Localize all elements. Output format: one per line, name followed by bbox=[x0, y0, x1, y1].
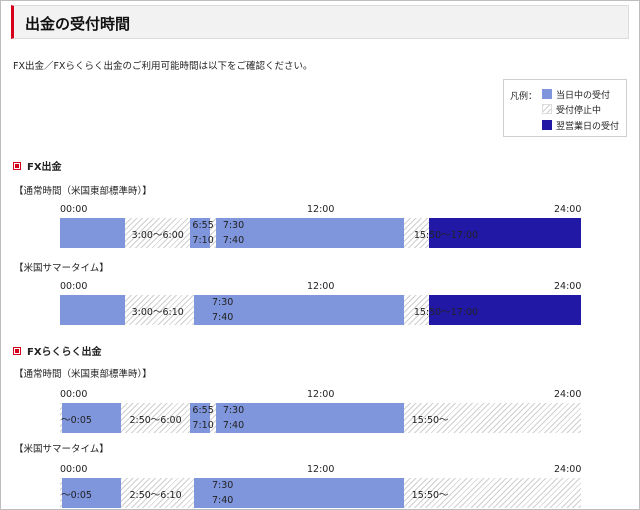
section-title-text: FXらくらく出金 bbox=[27, 347, 102, 358]
segment-time-label: 3:00～6:00 bbox=[131, 230, 184, 241]
legend-swatch-next bbox=[542, 120, 552, 130]
page-header: 出金の受付時間 bbox=[11, 5, 629, 39]
segment-accept bbox=[215, 218, 223, 248]
segment-accept bbox=[222, 218, 404, 248]
axis-label-start: 00:00 bbox=[60, 389, 88, 400]
axis-label-end: 24:00 bbox=[554, 389, 582, 400]
legend-swatch-stop bbox=[542, 104, 552, 114]
legend-label-accept: 当日中の受付 bbox=[556, 91, 611, 101]
timeline-label: 【通常時間（米国東部標準時）】 bbox=[14, 369, 152, 380]
segment-time-label: 2:50～6:10 bbox=[129, 490, 182, 501]
axis-label-start: 00:00 bbox=[60, 204, 88, 215]
segment-time-label: 3:00～6:10 bbox=[131, 307, 184, 318]
timeline-bar: 00:00 12:00 24:00 3:00～6:00 6:55 7:10 7:30 7:40… bbox=[60, 204, 581, 248]
segment-time-label: 7:40 bbox=[211, 495, 234, 506]
axis-label-mid: 12:00 bbox=[307, 389, 335, 400]
segment-time-label: 15:50～17:00 bbox=[413, 230, 479, 241]
timeline-bar: 00:00 12:00 24:00 ～0:05 2:50～6:10 7:30 7:40 15:… bbox=[60, 464, 581, 508]
segment-time-label: 7:30 bbox=[222, 220, 245, 231]
segment-time-label: 7:30 bbox=[211, 297, 234, 308]
segment-accept bbox=[60, 218, 126, 248]
timeline-label: 【米国サマータイム】 bbox=[14, 263, 109, 274]
timeline-label: 【通常時間（米国東部標準時）】 bbox=[14, 186, 152, 197]
page-title: 出金の受付時間 bbox=[25, 15, 131, 33]
section-title-fx-withdrawal: FX出金 bbox=[13, 158, 62, 173]
segment-time-label: ～0:05 bbox=[61, 415, 92, 426]
segment-time-label: 7:40 bbox=[211, 312, 234, 323]
segment-time-label: 6:55 bbox=[192, 220, 214, 231]
section-title-fx-easy-withdrawal: FXらくらく出金 bbox=[13, 343, 102, 358]
legend: 凡例： 当日中の受付 受付停止中 翌営業日の受付 bbox=[503, 79, 627, 137]
timeline-label: 【米国サマータイム】 bbox=[14, 444, 109, 455]
segment-accept bbox=[60, 295, 126, 325]
axis-label-end: 24:00 bbox=[554, 281, 582, 292]
segment-time-label: 7:10 bbox=[192, 420, 214, 431]
segment-time-label: 15:50～ bbox=[411, 490, 449, 501]
legend-label-stop: 受付停止中 bbox=[556, 106, 602, 116]
section-title-text: FX出金 bbox=[27, 162, 62, 173]
timeline-bar: 00:00 12:00 24:00 ～0:05 2:50～6:00 6:55 7:10 7:3… bbox=[60, 389, 581, 433]
axis-label-start: 00:00 bbox=[60, 281, 88, 292]
segment-time-label: 7:10 bbox=[192, 235, 214, 246]
axis-label-mid: 12:00 bbox=[307, 464, 335, 475]
axis-label-mid: 12:00 bbox=[307, 204, 335, 215]
segment-time-label: 15:50～ bbox=[411, 415, 449, 426]
segment-time-label: ～0:05 bbox=[61, 490, 92, 501]
axis-label-mid: 12:00 bbox=[307, 281, 335, 292]
segment-time-label: 6:55 bbox=[192, 405, 214, 416]
segment-time-label: 7:40 bbox=[222, 420, 245, 431]
intro-text: FX出金／FXらくらく出金のご利用可能時間は以下をご確認ください。 bbox=[13, 61, 313, 72]
segment-time-label: 15:50～17:00 bbox=[413, 307, 479, 318]
segment-time-label: 2:50～6:00 bbox=[129, 415, 182, 426]
axis-label-start: 00:00 bbox=[60, 464, 88, 475]
legend-label-next: 翌営業日の受付 bbox=[556, 122, 620, 132]
legend-swatch-accept bbox=[542, 89, 552, 99]
segment-time-label: 7:30 bbox=[211, 480, 234, 491]
legend-title: 凡例： bbox=[510, 92, 538, 102]
section-square-icon bbox=[13, 347, 21, 355]
axis-label-end: 24:00 bbox=[554, 204, 582, 215]
segment-time-label: 7:40 bbox=[222, 235, 245, 246]
axis-label-end: 24:00 bbox=[554, 464, 582, 475]
timeline-bar: 00:00 12:00 24:00 3:00～6:10 7:30 7:40 15:50～17… bbox=[60, 281, 581, 325]
section-square-icon bbox=[13, 162, 21, 170]
segment-time-label: 7:30 bbox=[222, 405, 245, 416]
page-frame: 出金の受付時間 FX出金／FXらくらく出金のご利用可能時間は以下をご確認ください… bbox=[0, 0, 640, 510]
